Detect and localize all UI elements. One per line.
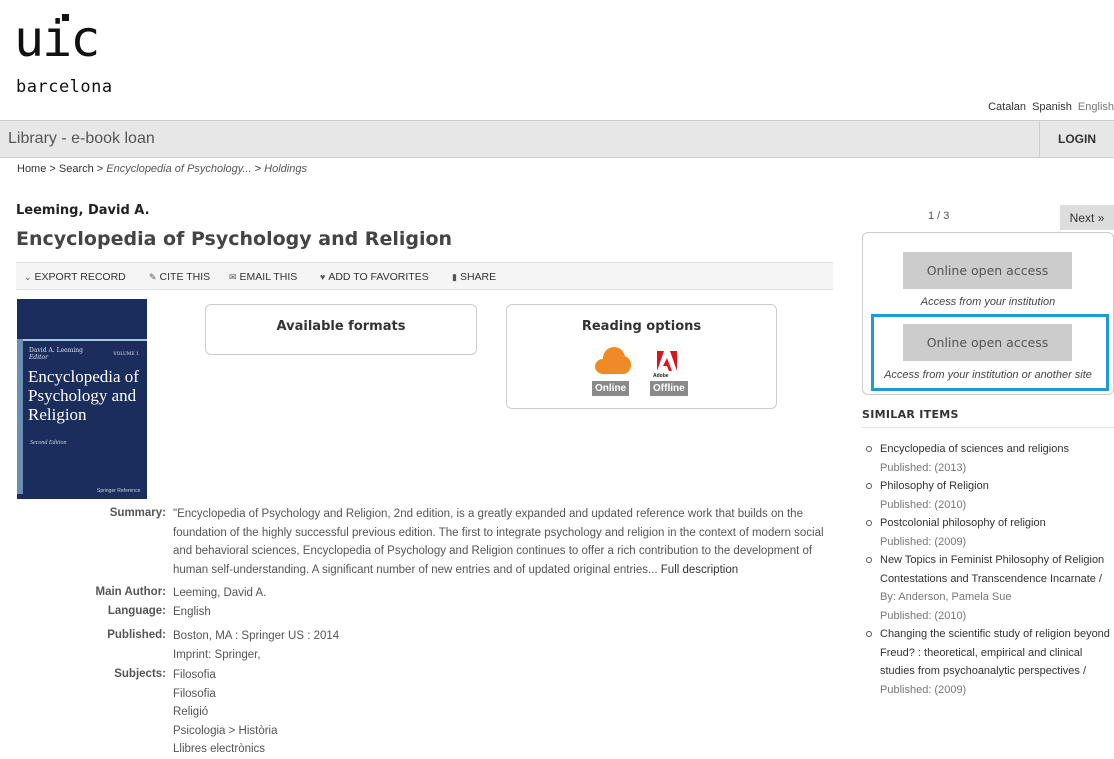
cloud-icon[interactable] bbox=[595, 347, 631, 374]
site-title[interactable]: Library - e-book loan bbox=[8, 130, 155, 148]
reading-options-heading: Reading options bbox=[581, 319, 702, 334]
online-button[interactable]: Online bbox=[592, 381, 630, 396]
export-record-button[interactable]: ⌄ EXPORT RECORD bbox=[24, 271, 126, 283]
breadcrumb-record[interactable]: Encyclopedia of Psychology... bbox=[106, 163, 251, 175]
bookmark-icon: ▮ bbox=[452, 272, 457, 282]
published-imprint: Imprint: Springer, bbox=[173, 648, 261, 661]
summary-label: Summary: bbox=[109, 507, 166, 519]
email-label: EMAIL THIS bbox=[239, 271, 298, 283]
breadcrumb-current: Holdings bbox=[264, 163, 307, 175]
breadcrumb-search[interactable]: Search bbox=[59, 163, 94, 175]
envelope-icon: ✉ bbox=[229, 272, 237, 282]
list-item: Philosophy of Religion Published: (2010) bbox=[860, 477, 1112, 514]
subjects-list: Filosofia Filosofia Religió Psicologia >… bbox=[173, 666, 278, 759]
adobe-icon[interactable] bbox=[657, 351, 677, 371]
published-place: Boston, MA : Springer US : 2014 bbox=[173, 630, 340, 642]
next-button[interactable]: Next » bbox=[1060, 205, 1114, 230]
subject-item[interactable]: Filosofia bbox=[173, 685, 278, 704]
heart-icon: ♥ bbox=[320, 272, 326, 282]
lang-catalan[interactable]: Catalan bbox=[988, 101, 1026, 113]
breadcrumb-home[interactable]: Home bbox=[17, 163, 46, 175]
cite-button[interactable]: ✎ CITE THIS bbox=[149, 271, 210, 283]
language-value: English bbox=[173, 606, 211, 618]
similar-items-list: Encyclopedia of sciences and religions P… bbox=[860, 440, 1112, 699]
subject-item[interactable]: Filosofia bbox=[173, 666, 278, 685]
breadcrumb-sep: > bbox=[93, 163, 107, 175]
cover-strip bbox=[17, 299, 147, 341]
similar-item-published: Published: (2013) bbox=[880, 461, 967, 474]
divider bbox=[862, 427, 1114, 428]
similar-item-published: Published: (2009) bbox=[880, 683, 967, 696]
similar-item-title[interactable]: New Topics in Feminist Philosophy of Rel… bbox=[880, 551, 1112, 588]
logo-dot bbox=[62, 14, 69, 21]
record-pager: 1 / 3 bbox=[928, 210, 950, 222]
published-label: Published: bbox=[107, 629, 166, 641]
similar-item-published: Published: (2009) bbox=[880, 535, 967, 548]
list-item: Postcolonial philosophy of religion Publ… bbox=[860, 514, 1112, 551]
similar-item-title[interactable]: Changing the scientific study of religio… bbox=[880, 625, 1112, 681]
main-author-label: Main Author: bbox=[95, 586, 166, 598]
reading-options-card: Reading options Online Adobe Offline bbox=[506, 304, 777, 409]
language-label: Language: bbox=[107, 605, 166, 617]
lang-english[interactable]: English bbox=[1078, 101, 1114, 113]
summary-text: "Encyclopedia of Psychology and Religion… bbox=[173, 505, 838, 579]
full-description-link[interactable]: Full description bbox=[661, 564, 738, 576]
logo-text: UIC bbox=[14, 10, 100, 68]
favorites-label: ADD TO FAVORITES bbox=[328, 271, 429, 283]
breadcrumb-sep: > bbox=[251, 163, 265, 175]
cite-label: CITE THIS bbox=[159, 271, 211, 283]
list-item: Encyclopedia of sciences and religions P… bbox=[860, 440, 1112, 477]
lang-spanish[interactable]: Spanish bbox=[1032, 101, 1072, 113]
cover-edition: Second Edition bbox=[30, 440, 67, 446]
subjects-label: Subjects: bbox=[114, 668, 166, 680]
subject-item[interactable]: Psicologia > Història bbox=[173, 722, 278, 741]
available-formats-heading: Available formats bbox=[276, 319, 406, 334]
cover-side-band bbox=[17, 339, 23, 494]
highlight-frame bbox=[871, 314, 1109, 391]
published-value: Boston, MA : Springer US : 2014 Imprint:… bbox=[173, 627, 339, 664]
uic-logo[interactable]: UIC bbox=[14, 14, 100, 64]
similar-item-published: Published: (2010) bbox=[880, 609, 967, 622]
favorites-button[interactable]: ♥ ADD TO FAVORITES bbox=[320, 271, 429, 283]
cite-icon: ✎ bbox=[149, 272, 157, 282]
cover-author: David A. Leeming Editor bbox=[29, 347, 83, 361]
adobe-label: Adobe bbox=[653, 373, 669, 379]
record-toolbar: ⌄ EXPORT RECORD ✎ CITE THIS ✉ EMAIL THIS ♥ A… bbox=[16, 262, 833, 290]
main-author-value[interactable]: Leeming, David A. bbox=[173, 584, 266, 603]
record-title: Encyclopedia of Psychology and Religion bbox=[16, 228, 453, 250]
share-button[interactable]: ▮ SHARE bbox=[452, 271, 496, 283]
cover-title: Encyclopedia of Psychology and Religion bbox=[28, 367, 139, 424]
breadcrumb: Home > Search > Encyclopedia of Psycholo… bbox=[17, 163, 307, 175]
login-button[interactable]: LOGIN bbox=[1039, 121, 1114, 157]
share-label: SHARE bbox=[459, 271, 497, 283]
breadcrumb-sep: > bbox=[46, 163, 59, 175]
chevron-down-icon: ⌄ bbox=[24, 272, 32, 282]
similar-item-author[interactable]: By: Anderson, Pamela Sue bbox=[880, 588, 1112, 607]
email-button[interactable]: ✉ EMAIL THIS bbox=[229, 271, 297, 283]
subject-item[interactable]: Religió bbox=[173, 703, 278, 722]
language-switcher: Catalan Spanish English bbox=[985, 101, 1114, 113]
cover-author-name: David A. Leeming bbox=[29, 347, 83, 354]
list-item: Changing the scientific study of religio… bbox=[860, 625, 1112, 699]
similar-items-heading: SIMILAR ITEMS bbox=[862, 408, 959, 421]
access-note-institution: Access from your institution bbox=[920, 296, 1056, 308]
similar-item-title[interactable]: Philosophy of Religion bbox=[880, 477, 1112, 496]
online-open-access-button[interactable]: Online open access bbox=[903, 252, 1072, 289]
logo-subtitle: barcelona bbox=[16, 77, 113, 97]
subject-item[interactable]: Llibres electrònics bbox=[173, 740, 278, 759]
offline-button[interactable]: Offline bbox=[650, 381, 688, 396]
list-item: New Topics in Feminist Philosophy of Rel… bbox=[860, 551, 1112, 625]
book-cover: David A. Leeming Editor VOLUME 1 Encyclop… bbox=[17, 299, 147, 499]
similar-item-published: Published: (2010) bbox=[880, 498, 967, 511]
cover-publisher: Springer Reference bbox=[97, 488, 141, 494]
similar-item-title[interactable]: Encyclopedia of sciences and religions bbox=[880, 440, 1112, 459]
cover-author-role: Editor bbox=[29, 354, 49, 361]
top-navbar: Library - e-book loan LOGIN bbox=[0, 120, 1114, 158]
available-formats-card: Available formats bbox=[205, 304, 477, 355]
cover-volume: VOLUME 1 bbox=[113, 352, 139, 357]
record-author[interactable]: Leeming, David A. bbox=[16, 203, 150, 218]
export-label: EXPORT RECORD bbox=[34, 271, 126, 283]
similar-item-title[interactable]: Postcolonial philosophy of religion bbox=[880, 514, 1112, 533]
